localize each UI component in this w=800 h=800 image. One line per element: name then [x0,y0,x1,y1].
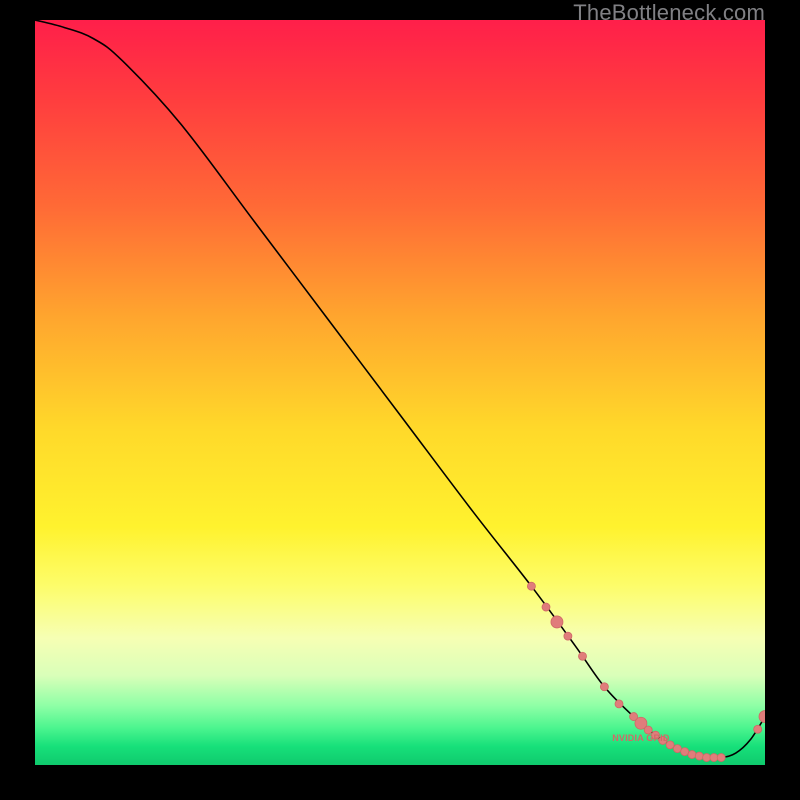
data-point [688,751,696,759]
data-point [564,632,572,640]
data-point [710,754,718,762]
data-point [754,725,762,733]
data-point [703,754,711,762]
watermark-text: TheBottleneck.com [573,0,765,26]
annotation-label: NVIDIA GRID [612,733,670,743]
data-point [551,616,563,628]
data-point [717,754,725,762]
bottleneck-curve [35,20,765,758]
data-point [542,603,550,611]
annotation-group: NVIDIA GRID [612,733,670,743]
data-point [681,748,689,756]
chart-container: TheBottleneck.com NVIDIA GRID [0,0,800,800]
data-point [673,745,681,753]
data-point [695,752,703,760]
data-point [579,652,587,660]
data-point [527,582,535,590]
plot-area: NVIDIA GRID [35,20,765,765]
chart-svg: NVIDIA GRID [35,20,765,765]
data-point [759,711,765,723]
data-point [615,700,623,708]
data-point [600,683,608,691]
